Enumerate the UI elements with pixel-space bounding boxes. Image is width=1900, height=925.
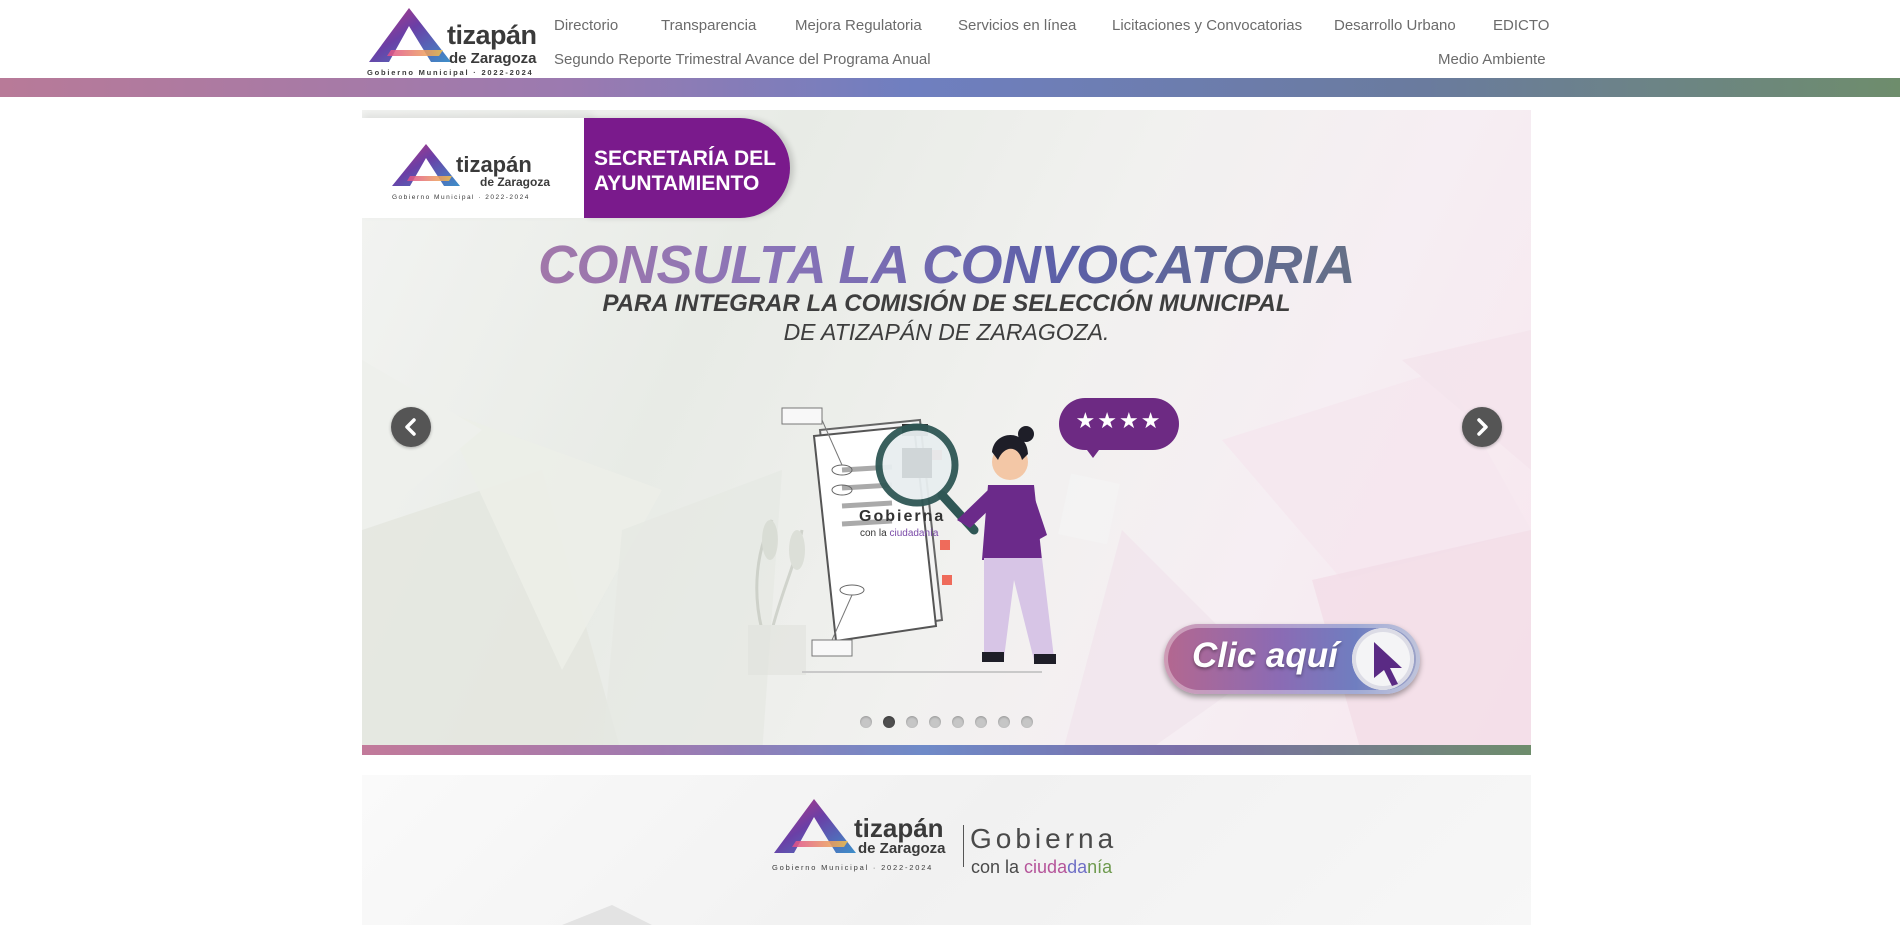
carousel-next-button[interactable]: [1462, 407, 1502, 447]
banner-con-la-ciudadania: con la ciudadanía: [971, 857, 1113, 877]
carousel-prev-button[interactable]: [391, 407, 431, 447]
rating-bubble-tail: [1084, 446, 1102, 458]
doc-gobierna-label: Gobierna: [859, 508, 946, 525]
nav-directorio[interactable]: Directorio: [554, 17, 618, 34]
carousel-dot-5[interactable]: [952, 716, 964, 728]
mini-logo-icon: tizapán de Zaragoza Gobierno Municipal ·…: [392, 144, 550, 201]
svg-text:de Zaragoza: de Zaragoza: [858, 840, 946, 857]
secretaria-badge: tizapán de Zaragoza Gobierno Municipal ·…: [362, 110, 792, 218]
carousel-dot-2[interactable]: [883, 716, 895, 728]
logo-caption: Gobierno Municipal · 2022-2024: [367, 68, 534, 77]
carousel-gradient-bar: [362, 745, 1531, 755]
carousel-dot-7[interactable]: [998, 716, 1010, 728]
banner-gobierna: Gobierna: [970, 823, 1118, 854]
clic-aqui-label: Clic aquí: [1192, 636, 1338, 675]
carousel-dot-6[interactable]: [975, 716, 987, 728]
chevron-left-icon: [405, 418, 416, 436]
logo-mountain-icon: [369, 8, 451, 62]
header-gradient-bar: [0, 78, 1900, 97]
svg-text:Gobierno Municipal · 2022-2024: Gobierno Municipal · 2022-2024: [772, 863, 933, 872]
slide-subline-1: PARA INTEGRAR LA COMISIÓN DE SELECCIÓN M…: [602, 290, 1291, 317]
nav-segundo-reporte[interactable]: Segundo Reporte Trimestral Avance del Pr…: [554, 51, 931, 68]
nav-edicto[interactable]: EDICTO: [1493, 17, 1549, 34]
nav-mejora-regulatoria[interactable]: Mejora Regulatoria: [795, 17, 922, 34]
nav-medio-ambiente[interactable]: Medio Ambiente: [1438, 51, 1546, 68]
site-logo[interactable]: tizapán de Zaragoza Gobierno Municipal ·…: [365, 6, 545, 78]
chevron-right-icon: [1477, 418, 1488, 436]
rating-stars: ★★★★: [1075, 408, 1163, 433]
svg-text:tizapán: tizapán: [854, 813, 944, 843]
nav-desarrollo-urbano[interactable]: Desarrollo Urbano: [1334, 17, 1456, 34]
site-header: tizapán de Zaragoza Gobierno Municipal ·…: [0, 0, 1900, 78]
secretaria-label: SECRETARÍA DEL AYUNTAMIENTO: [594, 147, 776, 195]
banner-logo-icon: tizapán de Zaragoza Gobierno Municipal ·…: [772, 799, 946, 872]
gobierna-banner: tizapán de Zaragoza Gobierno Municipal ·…: [362, 775, 1531, 925]
carousel-dot-3[interactable]: [906, 716, 918, 728]
svg-text:Gobierno Municipal · 2022-2024: Gobierno Municipal · 2022-2024: [392, 194, 530, 201]
clic-circle: [1352, 628, 1414, 690]
logo-wordmark: tizapán: [447, 20, 537, 50]
slide-headline: CONSULTA LA CONVOCATORIA: [362, 234, 1531, 296]
svg-text:de Zaragoza: de Zaragoza: [480, 175, 550, 189]
logo-subtitle: de Zaragoza: [449, 50, 537, 67]
nav-licitaciones[interactable]: Licitaciones y Convocatorias: [1112, 17, 1302, 34]
carousel-indicators: [860, 716, 1044, 730]
slide-subline-2: DE ATIZAPÁN DE ZARAGOZA.: [783, 319, 1110, 345]
nav-transparencia[interactable]: Transparencia: [661, 17, 756, 34]
carousel-dot-8[interactable]: [1021, 716, 1033, 728]
doc-ciudadania-label: con la ciudadanía: [860, 528, 939, 539]
cursor-arrow-icon: [1374, 642, 1402, 686]
carousel-dot-1[interactable]: [860, 716, 872, 728]
nav-servicios-en-linea[interactable]: Servicios en línea: [958, 17, 1076, 34]
banner-separator: [963, 825, 964, 867]
carousel-dot-4[interactable]: [929, 716, 941, 728]
svg-text:tizapán: tizapán: [456, 152, 532, 177]
clic-aqui-button[interactable]: Clic aquí: [1164, 624, 1420, 694]
hero-carousel: tizapán de Zaragoza Gobierno Municipal ·…: [362, 110, 1531, 755]
